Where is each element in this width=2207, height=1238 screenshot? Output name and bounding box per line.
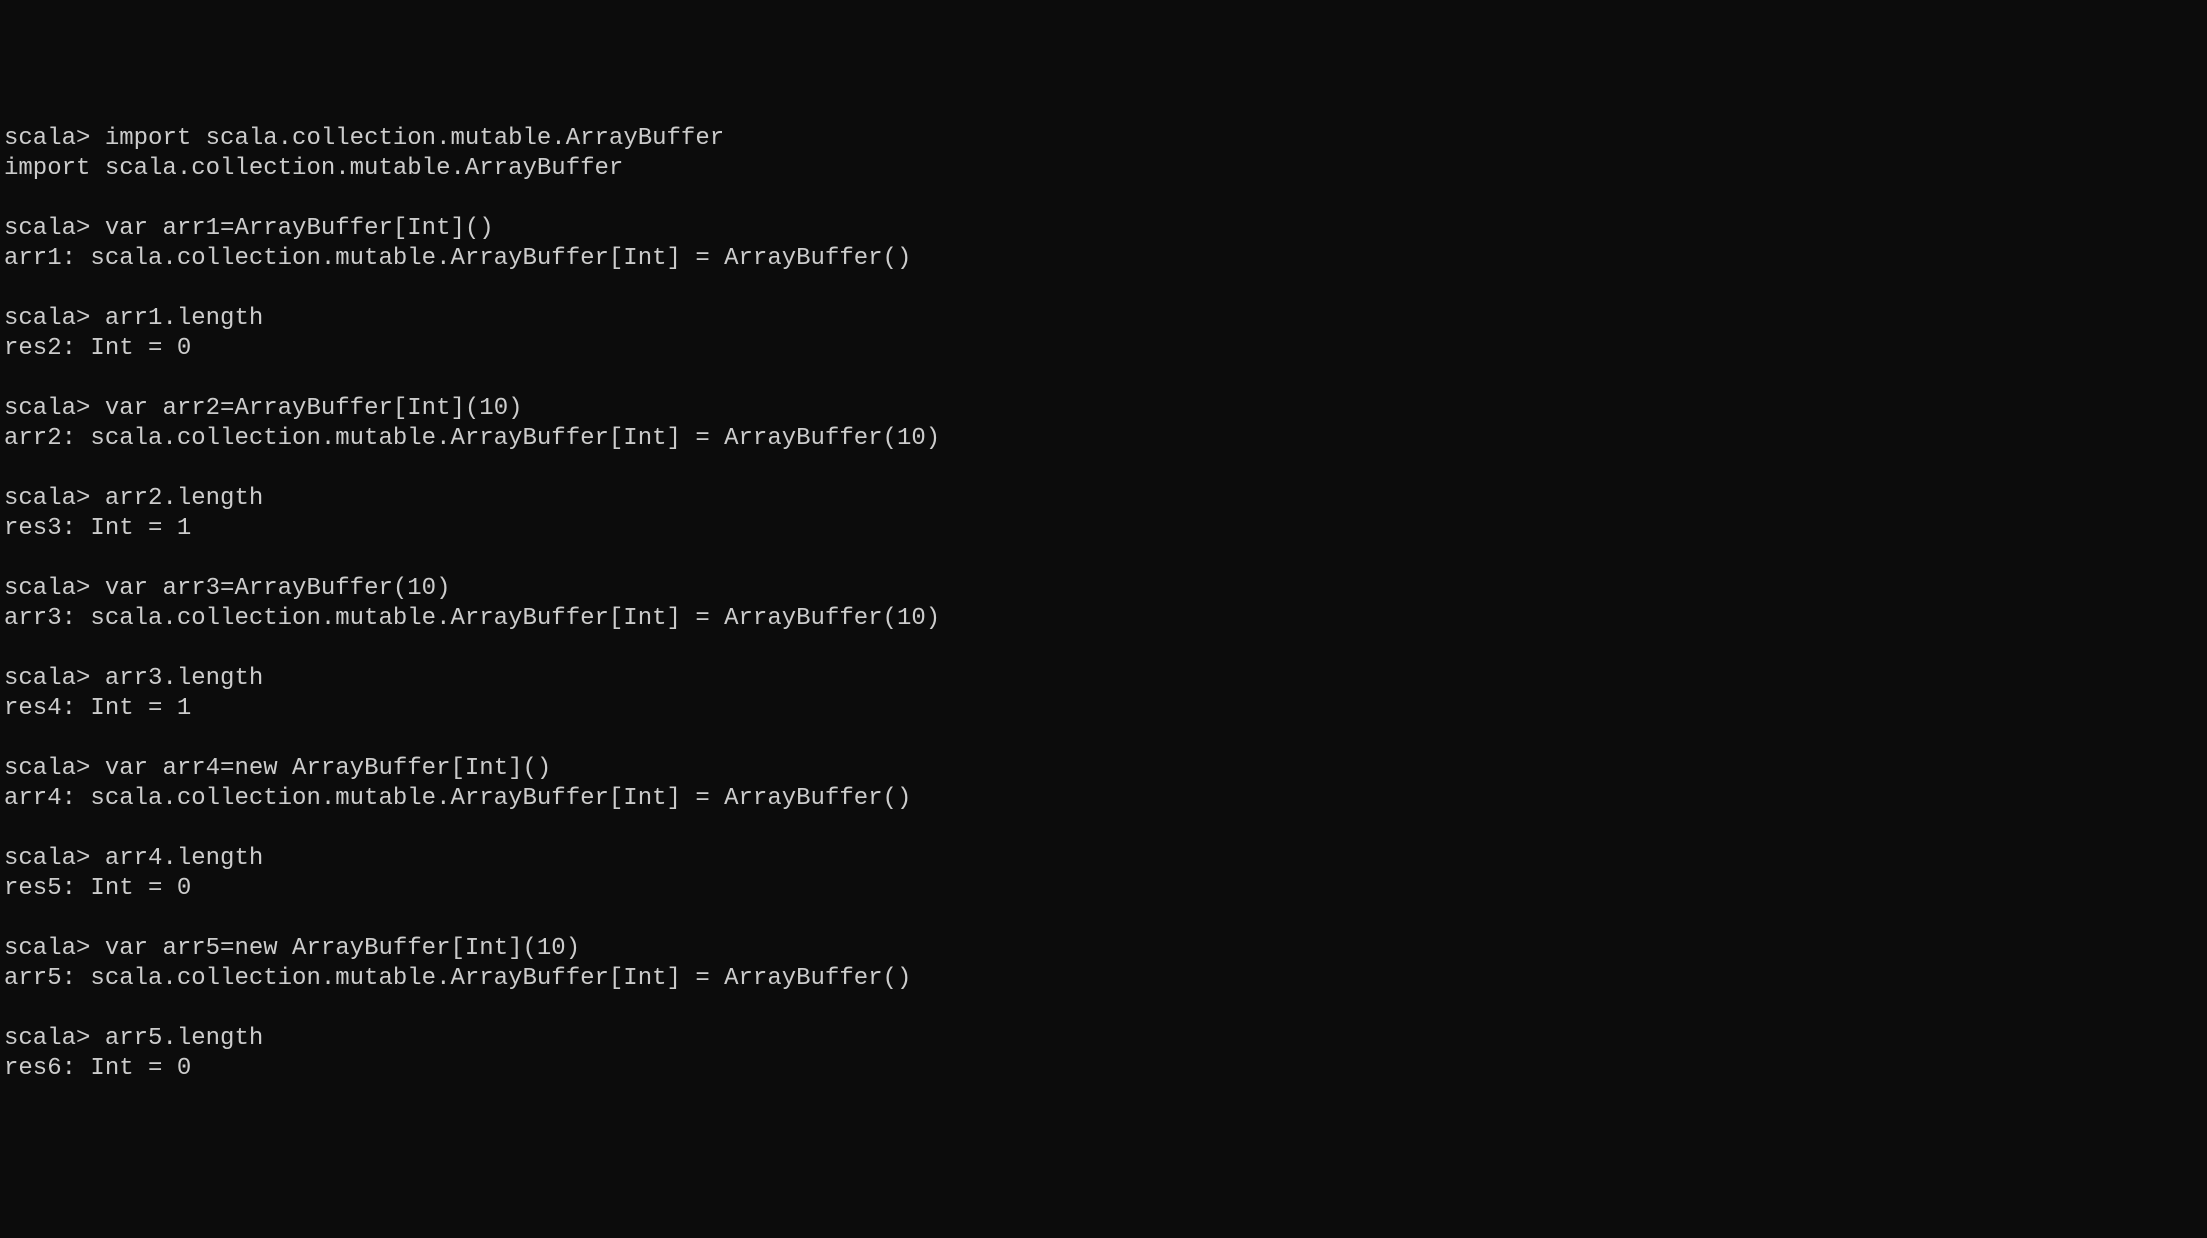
terminal-line: arr4: scala.collection.mutable.ArrayBuff… — [4, 784, 2203, 814]
terminal-line: scala> import scala.collection.mutable.A… — [4, 124, 2203, 154]
repl-output: res2: Int = 0 — [4, 335, 191, 362]
terminal-line: import scala.collection.mutable.ArrayBuf… — [4, 154, 2203, 184]
blank-line — [4, 274, 2203, 304]
terminal-line: res3: Int = 1 — [4, 514, 2203, 544]
repl-command: var arr3=ArrayBuffer(10) — [105, 575, 451, 602]
terminal-line: arr3: scala.collection.mutable.ArrayBuff… — [4, 604, 2203, 634]
blank-line — [4, 544, 2203, 574]
terminal-line: arr2: scala.collection.mutable.ArrayBuff… — [4, 424, 2203, 454]
repl-prompt: scala> — [4, 845, 105, 872]
blank-line — [4, 904, 2203, 934]
terminal-line: scala> arr2.length — [4, 484, 2203, 514]
terminal-line: scala> arr4.length — [4, 844, 2203, 874]
terminal-line: res4: Int = 1 — [4, 694, 2203, 724]
repl-command: import scala.collection.mutable.ArrayBuf… — [105, 125, 724, 152]
repl-prompt: scala> — [4, 485, 105, 512]
terminal-line: scala> var arr3=ArrayBuffer(10) — [4, 574, 2203, 604]
repl-prompt: scala> — [4, 395, 105, 422]
repl-command: var arr1=ArrayBuffer[Int]() — [105, 215, 494, 242]
repl-output: res6: Int = 0 — [4, 1055, 191, 1082]
repl-command: arr5.length — [105, 1025, 263, 1052]
repl-output: res3: Int = 1 — [4, 515, 191, 542]
repl-output: arr5: scala.collection.mutable.ArrayBuff… — [4, 965, 911, 992]
terminal-line: res2: Int = 0 — [4, 334, 2203, 364]
repl-command: arr2.length — [105, 485, 263, 512]
repl-prompt: scala> — [4, 755, 105, 782]
repl-command: arr3.length — [105, 665, 263, 692]
repl-output: res4: Int = 1 — [4, 695, 191, 722]
repl-output: arr4: scala.collection.mutable.ArrayBuff… — [4, 785, 911, 812]
repl-prompt: scala> — [4, 935, 105, 962]
repl-prompt: scala> — [4, 215, 105, 242]
terminal-line: res5: Int = 0 — [4, 874, 2203, 904]
blank-line — [4, 454, 2203, 484]
repl-prompt: scala> — [4, 1025, 105, 1052]
blank-line — [4, 814, 2203, 844]
blank-line — [4, 634, 2203, 664]
terminal-line: scala> var arr4=new ArrayBuffer[Int]() — [4, 754, 2203, 784]
repl-command: arr4.length — [105, 845, 263, 872]
blank-line — [4, 724, 2203, 754]
repl-output: arr2: scala.collection.mutable.ArrayBuff… — [4, 425, 940, 452]
terminal-line: scala> arr3.length — [4, 664, 2203, 694]
terminal-line: arr5: scala.collection.mutable.ArrayBuff… — [4, 964, 2203, 994]
terminal-line: scala> arr5.length — [4, 1024, 2203, 1054]
repl-command: arr1.length — [105, 305, 263, 332]
repl-output: arr1: scala.collection.mutable.ArrayBuff… — [4, 245, 911, 272]
terminal-line: scala> var arr5=new ArrayBuffer[Int](10) — [4, 934, 2203, 964]
terminal-line: scala> arr1.length — [4, 304, 2203, 334]
terminal-line: scala> var arr2=ArrayBuffer[Int](10) — [4, 394, 2203, 424]
repl-prompt: scala> — [4, 125, 105, 152]
terminal-output[interactable]: scala> import scala.collection.mutable.A… — [4, 124, 2203, 1084]
repl-prompt: scala> — [4, 305, 105, 332]
repl-command: var arr4=new ArrayBuffer[Int]() — [105, 755, 551, 782]
repl-command: var arr2=ArrayBuffer[Int](10) — [105, 395, 523, 422]
repl-prompt: scala> — [4, 665, 105, 692]
terminal-line: arr1: scala.collection.mutable.ArrayBuff… — [4, 244, 2203, 274]
repl-output: res5: Int = 0 — [4, 875, 191, 902]
repl-command: var arr5=new ArrayBuffer[Int](10) — [105, 935, 580, 962]
terminal-line: res6: Int = 0 — [4, 1054, 2203, 1084]
repl-output: arr3: scala.collection.mutable.ArrayBuff… — [4, 605, 940, 632]
blank-line — [4, 184, 2203, 214]
blank-line — [4, 364, 2203, 394]
blank-line — [4, 994, 2203, 1024]
terminal-line: scala> var arr1=ArrayBuffer[Int]() — [4, 214, 2203, 244]
repl-prompt: scala> — [4, 575, 105, 602]
repl-output: import scala.collection.mutable.ArrayBuf… — [4, 155, 623, 182]
